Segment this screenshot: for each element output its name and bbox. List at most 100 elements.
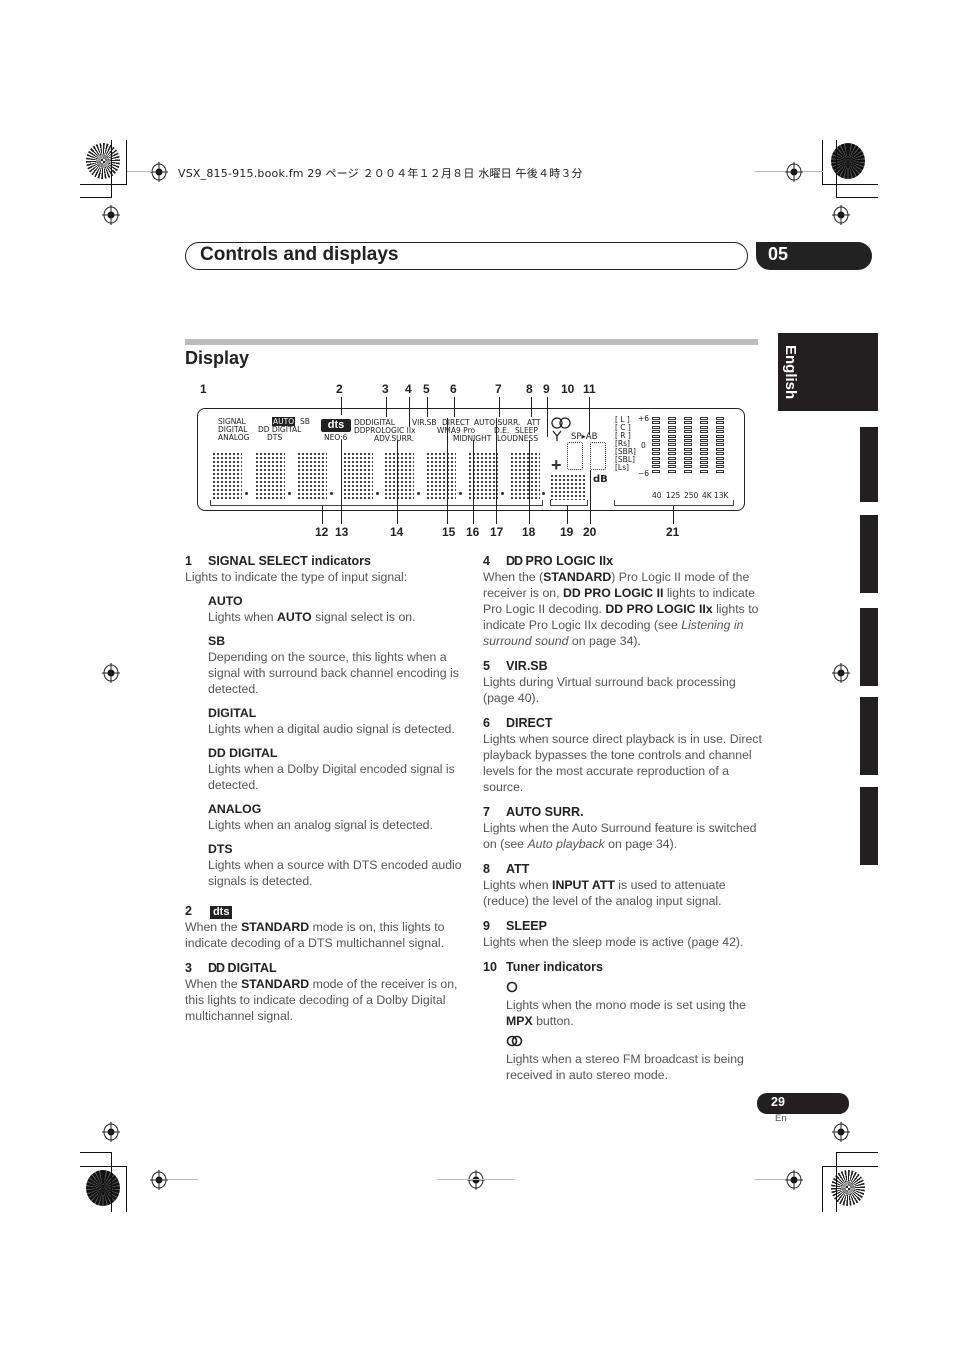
eq-segment xyxy=(652,456,660,460)
dot-matrix-character xyxy=(426,452,456,500)
language-tab-label: English xyxy=(782,345,799,400)
crop-line xyxy=(836,140,837,197)
eq-segment xyxy=(652,430,660,434)
leader-line xyxy=(322,506,323,524)
eq-segment xyxy=(652,443,660,447)
item-4-heading: 4 DD PRO LOGIC IIx xyxy=(483,554,614,568)
file-header: VSX_815-915.book.fm 29 ページ ２００４年１２月８日 水曜… xyxy=(178,167,583,180)
side-tab xyxy=(860,787,878,865)
eq-freq-125: 125 xyxy=(666,491,681,500)
chapter-title: Controls and displays xyxy=(200,244,399,265)
eq-segment xyxy=(684,469,692,473)
subitem-stereo: Lights when a stereo FM broadcast is bei… xyxy=(483,1035,763,1083)
eq-segment xyxy=(652,425,660,429)
eq-freq-13k: 13K xyxy=(714,491,729,500)
eq-segment xyxy=(684,461,692,464)
eq-segment xyxy=(700,465,708,469)
crosshair-mark xyxy=(102,205,120,225)
decimal-dot xyxy=(330,492,333,495)
eq-segment xyxy=(700,421,708,425)
side-tab xyxy=(860,427,878,502)
eq-segment xyxy=(668,425,676,429)
leader-line xyxy=(590,470,591,524)
decimal-dot xyxy=(288,492,291,495)
crop-line xyxy=(80,1166,127,1167)
eq-segment xyxy=(684,465,692,469)
eq-segment xyxy=(668,456,676,460)
eq-segment xyxy=(700,469,708,473)
callout-9: 9 xyxy=(543,382,550,396)
callout-7: 7 xyxy=(495,382,502,396)
crop-guide xyxy=(168,1179,198,1180)
item-3-text: When the STANDARD mode of the receiver i… xyxy=(185,977,458,1023)
item-5-text: Lights during Virtual surround back proc… xyxy=(483,675,736,705)
crop-line xyxy=(111,1152,112,1212)
page-number: 29 xyxy=(757,1093,849,1114)
eq-segment xyxy=(700,452,708,456)
eq-segment xyxy=(684,439,692,442)
eq-segment xyxy=(668,469,676,473)
eq-segment xyxy=(700,456,708,460)
leader-line xyxy=(496,418,497,524)
item-2-heading: 2 dts xyxy=(185,903,465,919)
side-tab xyxy=(860,697,878,775)
decimal-dot xyxy=(501,492,504,495)
eq-segment xyxy=(700,434,708,438)
crop-line xyxy=(836,1152,878,1153)
plus-sign-segment: + xyxy=(551,455,562,475)
eq-segment xyxy=(668,439,676,442)
chapter-number: 05 xyxy=(756,242,872,270)
decimal-dot xyxy=(376,492,379,495)
leader-line xyxy=(473,440,474,524)
callout-17: 17 xyxy=(490,525,504,539)
crosshair-mark xyxy=(102,1122,120,1142)
item-1-heading: 1 SIGNAL SELECT indicators xyxy=(185,554,371,568)
dot-matrix-character xyxy=(255,452,285,500)
subitem-auto: AUTO Lights when AUTO signal select is o… xyxy=(208,594,416,624)
callout-12: 12 xyxy=(315,525,329,539)
cross-reference-link: Auto playback xyxy=(527,837,605,851)
tuner-stereo-icon xyxy=(551,417,571,429)
eq-segment xyxy=(652,434,660,438)
callout-5: 5 xyxy=(423,382,430,396)
eq-segment xyxy=(716,461,724,464)
callout-4: 4 xyxy=(405,382,412,396)
callout-11: 11 xyxy=(583,382,596,396)
leader-line xyxy=(447,418,448,524)
bracket xyxy=(210,500,543,506)
ex-dot-matrix xyxy=(550,474,586,500)
crop-line xyxy=(111,140,112,197)
item-9-text: Lights when the sleep mode is active (pa… xyxy=(483,935,744,949)
eq-segment xyxy=(668,461,676,464)
item-8-heading: 8 ATT xyxy=(483,862,530,876)
eq-segment xyxy=(668,417,676,420)
eq-scale-bottom: −6 xyxy=(638,469,650,478)
eq-segment xyxy=(684,417,692,420)
eq-segment xyxy=(700,443,708,447)
antenna-icon xyxy=(552,430,562,441)
eq-segment xyxy=(684,452,692,456)
callout-19: 19 xyxy=(560,525,574,539)
decimal-dot xyxy=(417,492,420,495)
indicator-db: dB xyxy=(593,474,608,485)
item-2-text: When the STANDARD mode is on, this light… xyxy=(185,920,445,950)
crop-line xyxy=(822,140,823,185)
subitem-dts: DTS Lights when a source with DTS encode… xyxy=(208,842,462,888)
dot-matrix-character xyxy=(212,452,242,500)
eq-segment xyxy=(700,430,708,434)
eq-segment xyxy=(652,465,660,469)
dolby-dd-icon: DD xyxy=(506,554,523,568)
indicator-neo6: NEO:6 xyxy=(324,433,348,442)
dolby-dd-icon: DD xyxy=(208,961,225,975)
leader-line xyxy=(673,506,674,524)
item-6-heading: 6 DIRECT xyxy=(483,716,553,730)
eq-segment xyxy=(716,421,724,425)
mono-icon xyxy=(506,981,518,993)
eq-segment xyxy=(684,434,692,438)
right-column: 4 DD PRO LOGIC IIx When the (STANDARD) Pr… xyxy=(483,544,763,1083)
indicator-dts-small: DTS xyxy=(267,433,283,442)
crop-line xyxy=(80,1152,112,1153)
eq-segment xyxy=(668,452,676,456)
eq-segment xyxy=(684,443,692,447)
crop-guide xyxy=(755,171,785,172)
